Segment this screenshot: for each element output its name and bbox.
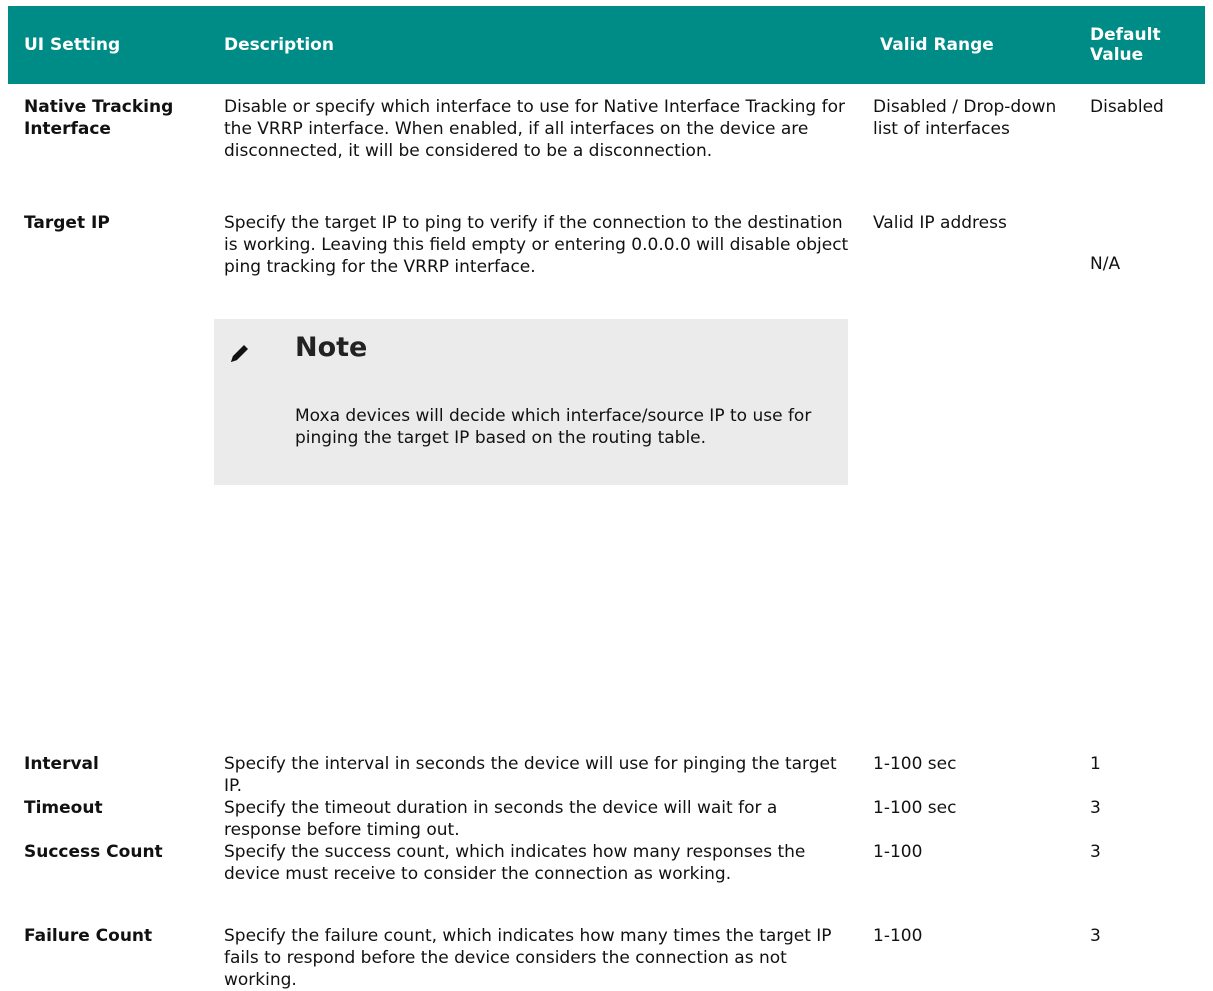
settings-table: UI Setting Description Valid Range Defau… — [8, 6, 1205, 991]
setting-valid-range: 1-100 sec — [873, 798, 957, 818]
table-row: Timeout Specify the timeout duration in … — [8, 797, 1205, 841]
setting-name: Interval — [24, 754, 99, 774]
table-header-row: UI Setting Description Valid Range Defau… — [8, 6, 1205, 84]
table-row: Native Tracking Interface Disable or spe… — [8, 84, 1205, 212]
header-ui-setting: UI Setting — [24, 35, 121, 55]
note-title: Note — [295, 332, 368, 363]
header-description: Description — [224, 35, 334, 55]
setting-valid-range: 1-100 sec — [873, 754, 957, 774]
setting-name: Failure Count — [24, 926, 153, 946]
setting-name: Target IP — [24, 213, 110, 233]
setting-valid-range: 1-100 — [873, 842, 923, 862]
setting-valid-range: Disabled / Drop-down list of interfaces — [873, 97, 1057, 139]
settings-table-page: UI Setting Description Valid Range Defau… — [8, 6, 1205, 991]
setting-description: Specify the target IP to ping to verify … — [224, 213, 849, 277]
setting-default-value: 3 — [1090, 926, 1101, 946]
setting-default-value-cell: N/A — [1077, 212, 1205, 753]
setting-default-value: Disabled — [1090, 97, 1164, 117]
setting-default-value: 3 — [1090, 798, 1101, 818]
header-default-value: Default Value — [1090, 25, 1161, 65]
setting-description: Specify the timeout duration in seconds … — [224, 798, 778, 840]
setting-default-value: N/A — [1090, 254, 1121, 274]
setting-valid-range: 1-100 — [873, 926, 923, 946]
setting-name: Timeout — [24, 798, 103, 818]
setting-description: Specify the interval in seconds the devi… — [224, 754, 837, 796]
setting-valid-range: Valid IP address — [873, 213, 1007, 233]
table-row: Target IP Specify the target IP to ping … — [8, 212, 1205, 753]
setting-description-cell: Specify the target IP to ping to verify … — [208, 212, 864, 753]
setting-default-value: 1 — [1090, 754, 1101, 774]
setting-default-value: 3 — [1090, 842, 1101, 862]
note-text: Moxa devices will decide which interface… — [295, 406, 812, 448]
table-row: Failure Count Specify the failure count,… — [8, 925, 1205, 991]
setting-description: Specify the success count, which indicat… — [224, 842, 806, 884]
setting-name: Native Tracking Interface — [24, 97, 174, 139]
setting-description: Specify the failure count, which indicat… — [224, 926, 832, 990]
pencil-icon — [231, 345, 248, 362]
header-valid-range: Valid Range — [880, 35, 994, 55]
table-row: Interval Specify the interval in seconds… — [8, 753, 1205, 797]
note-box: Note Moxa devices will decide which inte… — [214, 319, 848, 485]
setting-description: Disable or specify which interface to us… — [224, 97, 845, 161]
setting-name: Success Count — [24, 842, 163, 862]
table-row: Success Count Specify the success count,… — [8, 841, 1205, 925]
